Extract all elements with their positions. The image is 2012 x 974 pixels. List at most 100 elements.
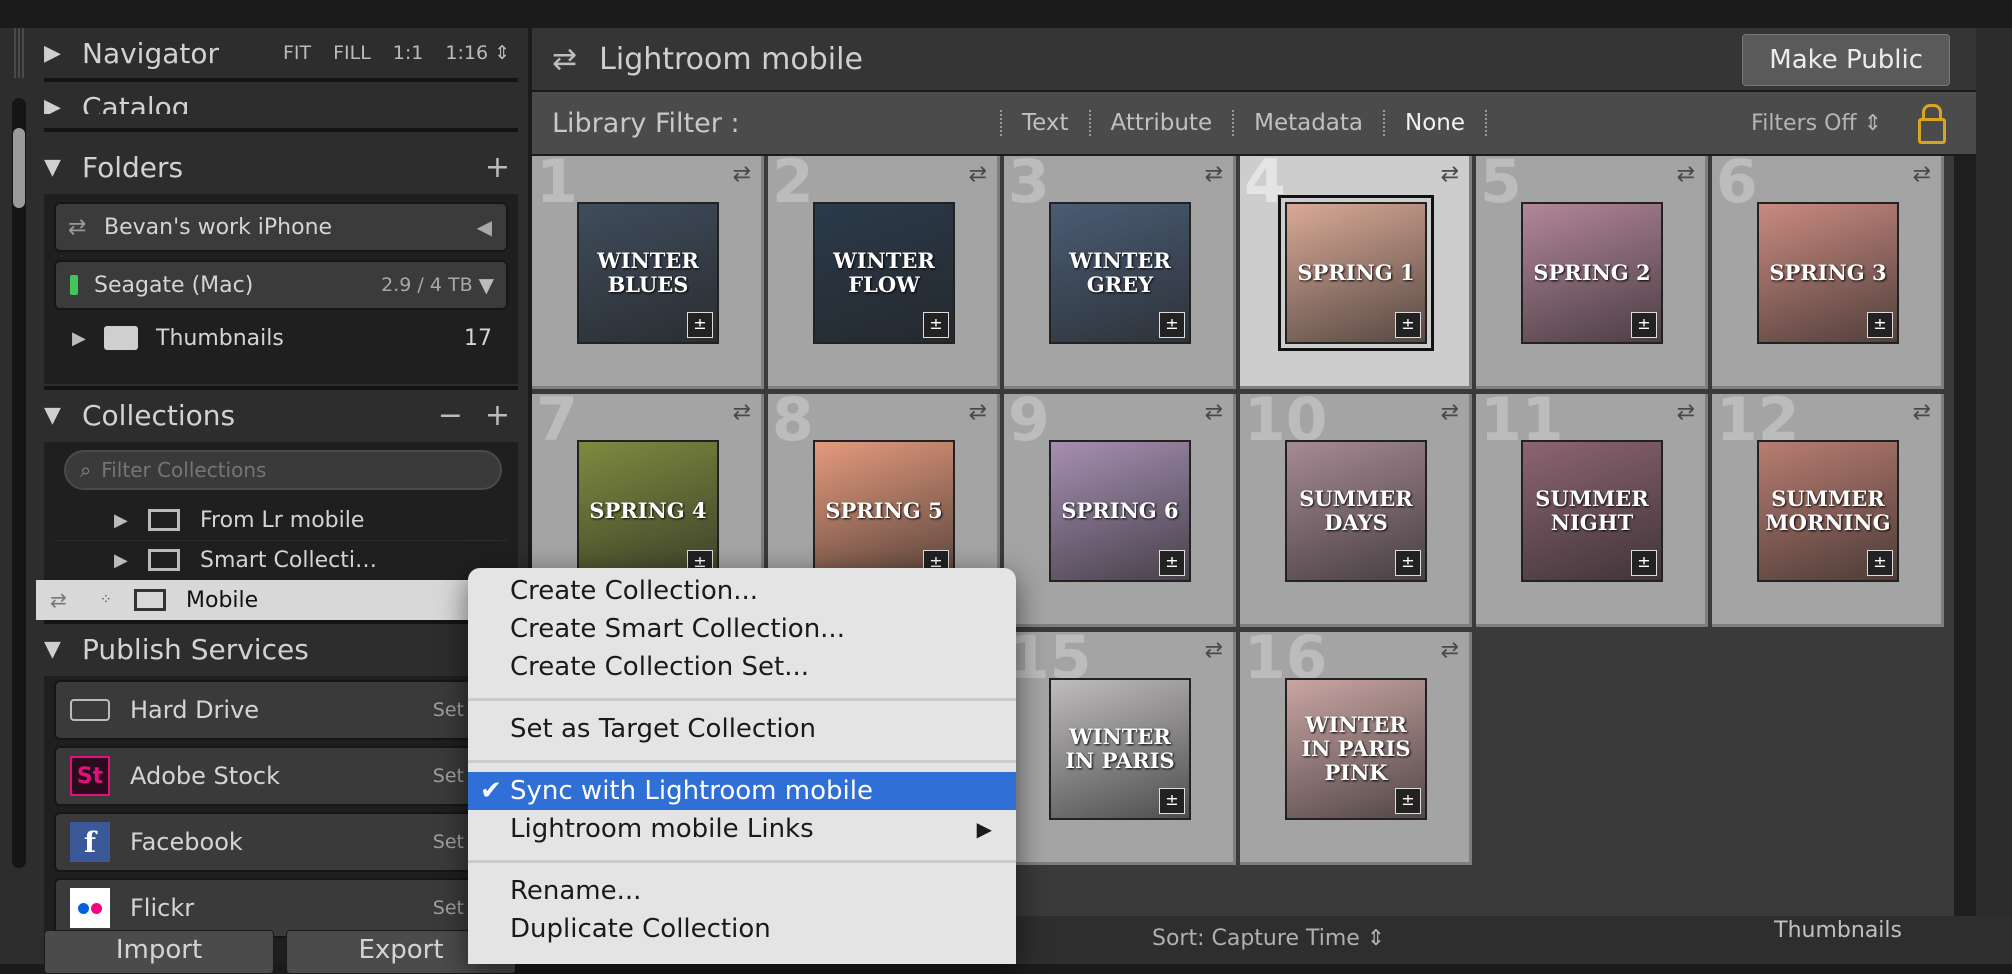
collapse-triangle-icon[interactable]: ▶ [44, 95, 66, 114]
grid-cell[interactable]: 11 ⇄ SUMMER NIGHT ± [1476, 390, 1708, 627]
make-public-button[interactable]: Make Public [1742, 34, 1950, 86]
menu-item-duplicate-collection[interactable]: Duplicate Collection [468, 910, 1016, 948]
photo-thumbnail[interactable]: SUMMER DAYS ± [1285, 440, 1427, 582]
grid-cell[interactable]: 15 ⇄ WINTER IN PARIS ± [1004, 628, 1236, 865]
expand-triangle-icon[interactable]: ▶ [114, 550, 148, 571]
photo-thumbnail[interactable]: SPRING 3 ± [1757, 202, 1899, 344]
filter-collections-field[interactable]: ⌕ [64, 450, 502, 490]
menu-item-lightroom-mobile-links[interactable]: Lightroom mobile Links ▶ [468, 810, 1016, 848]
expand-triangle-icon[interactable]: ▶ [114, 510, 148, 531]
menu-item-rename[interactable]: Rename... [468, 872, 1016, 910]
photo-thumbnail[interactable]: WINTER BLUES ± [577, 202, 719, 344]
photo-thumbnail[interactable]: SPRING 4 ± [577, 440, 719, 582]
grid-cell[interactable]: 16 ⇄ WINTER IN PARIS PINK ± [1240, 628, 1472, 865]
sort-dropdown[interactable]: Sort: Capture Time ⇕ [1152, 926, 1385, 951]
filter-options: Text Attribute Metadata None [1000, 110, 1488, 136]
collapse-left-icon[interactable]: ◀ [477, 215, 506, 239]
develop-settings-badge-icon[interactable]: ± [1159, 312, 1185, 338]
grid-cell[interactable]: 3 ⇄ WINTER GREY ± [1004, 156, 1236, 389]
expand-triangle-icon[interactable]: ▼ [44, 637, 66, 662]
collection-item-from-lr-mobile[interactable]: ▶ From Lr mobile [54, 500, 508, 541]
add-collection-icon[interactable]: + [485, 398, 510, 433]
device-item[interactable]: ⇄ Bevan's work iPhone ◀ [54, 202, 508, 252]
scrollbar-thumb[interactable] [13, 128, 25, 208]
folders-header[interactable]: ▼ Folders + [44, 142, 520, 192]
publish-services-header[interactable]: ▼ Publish Services [44, 624, 520, 674]
expand-triangle-icon[interactable]: ▼ [44, 403, 66, 428]
develop-settings-badge-icon[interactable]: ± [687, 312, 713, 338]
filter-attribute[interactable]: Attribute [1088, 110, 1233, 136]
develop-settings-badge-icon[interactable]: ± [1395, 788, 1421, 814]
grid-cell[interactable]: 4 ⇄ SPRING 1 ± [1240, 156, 1472, 389]
lock-icon[interactable] [1918, 118, 1946, 144]
catalog-header[interactable]: ▶ Catalog [44, 84, 520, 114]
develop-settings-badge-icon[interactable]: ± [1159, 788, 1185, 814]
collection-item-smart-collections[interactable]: ▶ Smart Collecti… [54, 540, 508, 580]
publish-service-adobe-stock[interactable]: St Adobe Stock Set Up [54, 746, 528, 806]
menu-item-sync-with-lightroom-mobile[interactable]: ✔ Sync with Lightroom mobile [468, 772, 1016, 810]
photo-thumbnail[interactable]: WINTER IN PARIS ± [1049, 678, 1191, 820]
remove-collection-icon[interactable]: − [438, 398, 463, 433]
collection-item-mobile[interactable]: ⇄ ⁘ Mobile 16 [36, 580, 526, 620]
photo-thumbnail[interactable]: SUMMER MORNING ± [1757, 440, 1899, 582]
collections-header[interactable]: ▼ Collections − + [44, 390, 520, 440]
develop-settings-badge-icon[interactable]: ± [1867, 550, 1893, 576]
develop-settings-badge-icon[interactable]: ± [1867, 312, 1893, 338]
grid-cell[interactable]: 9 ⇄ SPRING 6 ± [1004, 390, 1236, 627]
menu-separator [468, 698, 1016, 701]
filter-none[interactable]: None [1383, 110, 1488, 136]
facebook-icon: f [70, 822, 110, 862]
photo-thumbnail[interactable]: WINTER IN PARIS PINK ± [1285, 678, 1427, 820]
zoom-1-16[interactable]: 1:16 ⇕ [445, 42, 510, 64]
filter-metadata[interactable]: Metadata [1232, 110, 1383, 136]
develop-settings-badge-icon[interactable]: ± [1395, 312, 1421, 338]
navigator-header[interactable]: ▶ Navigator FIT FILL 1:1 1:16 ⇕ [44, 28, 520, 78]
publish-service-hard-drive[interactable]: Hard Drive Set Up [54, 680, 528, 740]
expand-triangle-icon[interactable]: ▶ [72, 328, 104, 349]
zoom-fill[interactable]: FILL [333, 42, 371, 64]
menu-item-set-target-collection[interactable]: Set as Target Collection [468, 710, 1016, 748]
menu-item-create-collection[interactable]: Create Collection... [468, 572, 1016, 610]
expand-triangle-icon[interactable]: ▼ [44, 155, 66, 180]
menu-item-create-smart-collection[interactable]: Create Smart Collection... [468, 610, 1016, 648]
filter-collections-input[interactable] [99, 457, 464, 483]
photo-thumbnail[interactable]: SPRING 5 ± [813, 440, 955, 582]
photo-thumbnail[interactable]: SPRING 6 ± [1049, 440, 1191, 582]
grid-cell[interactable]: 5 ⇄ SPRING 2 ± [1476, 156, 1708, 389]
import-button[interactable]: Import [44, 930, 274, 974]
zoom-1-1[interactable]: 1:1 [393, 42, 424, 64]
develop-settings-badge-icon[interactable]: ± [1631, 550, 1657, 576]
develop-settings-badge-icon[interactable]: ± [1631, 312, 1657, 338]
add-folder-icon[interactable]: + [485, 150, 520, 185]
folder-item-thumbnails[interactable]: ▶ Thumbnails 17 [54, 318, 508, 358]
grid-cell[interactable]: 6 ⇄ SPRING 3 ± [1712, 156, 1944, 389]
grid-scrollbar[interactable] [1954, 156, 1976, 916]
grid-cell[interactable]: 2 ⇄ WINTER FLOW ± [768, 156, 1000, 389]
develop-settings-badge-icon[interactable]: ± [1159, 550, 1185, 576]
grid-cell[interactable]: 1 ⇄ WINTER BLUES ± [532, 156, 764, 389]
publish-service-facebook[interactable]: f Facebook Set Up [54, 812, 528, 872]
divider [44, 128, 518, 132]
filter-text[interactable]: Text [1000, 110, 1089, 136]
service-name: Hard Drive [130, 696, 260, 724]
cell-index: 8 [772, 385, 814, 455]
menu-item-create-collection-set[interactable]: Create Collection Set... [468, 648, 1016, 686]
volume-item[interactable]: Seagate (Mac) 2.9 / 4 TB ▼ [54, 260, 508, 310]
develop-settings-badge-icon[interactable]: ± [923, 312, 949, 338]
panel-drag-handle[interactable] [14, 28, 26, 78]
collapse-triangle-icon[interactable]: ▶ [44, 41, 66, 66]
photo-thumbnail[interactable]: SPRING 1 ± [1278, 195, 1434, 351]
left-panel-scrollbar[interactable] [12, 98, 26, 868]
develop-settings-badge-icon[interactable]: ± [1395, 550, 1421, 576]
photo-thumbnail[interactable]: WINTER FLOW ± [813, 202, 955, 344]
grid-cell[interactable]: 12 ⇄ SUMMER MORNING ± [1712, 390, 1944, 627]
grid-cell[interactable]: 10 ⇄ SUMMER DAYS ± [1240, 390, 1472, 627]
publish-service-flickr[interactable]: Flickr Set Up [54, 878, 528, 938]
filters-off-dropdown[interactable]: Filters Off ⇕ [1751, 111, 1882, 136]
photo-thumbnail[interactable]: SUMMER NIGHT ± [1521, 440, 1663, 582]
photo-thumbnail[interactable]: SPRING 2 ± [1521, 202, 1663, 344]
dropdown-triangle-icon[interactable]: ▼ [479, 273, 506, 297]
thumbnail-caption: WINTER IN PARIS PINK [1301, 711, 1411, 786]
photo-thumbnail[interactable]: WINTER GREY ± [1049, 202, 1191, 344]
zoom-fit[interactable]: FIT [283, 42, 311, 64]
